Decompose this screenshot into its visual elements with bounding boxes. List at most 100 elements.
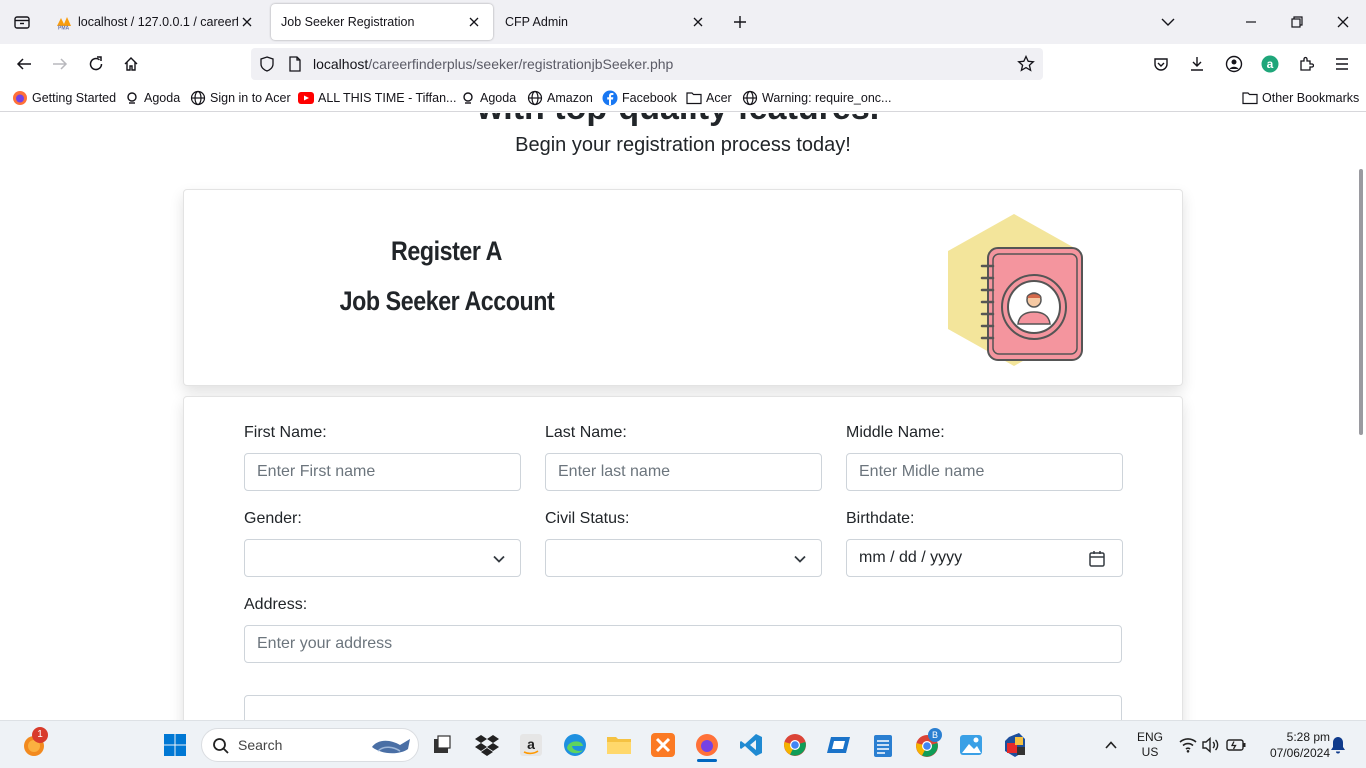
address-bar[interactable]: localhost/careerfinderplus/seeker/regist…: [251, 48, 1043, 80]
next-field-input[interactable]: [244, 695, 1122, 720]
close-window-button[interactable]: [1329, 8, 1357, 36]
tab-phpmyadmin[interactable]: PMA localhost / 127.0.0.1 / careerfind: [46, 4, 266, 40]
shield-icon[interactable]: [259, 56, 275, 72]
middle-name-input[interactable]: Enter Midle name: [846, 453, 1123, 491]
clock-time: 5:28 pm: [1286, 730, 1330, 744]
youtube-icon: [298, 90, 314, 106]
new-tab-button[interactable]: [728, 10, 752, 34]
list-all-tabs-button[interactable]: [1154, 8, 1182, 36]
bookmark-label: Facebook: [622, 91, 677, 105]
extensions-button[interactable]: [1292, 50, 1320, 78]
show-hidden-icons-button[interactable]: [1095, 729, 1127, 761]
virtualbox-app[interactable]: [999, 729, 1031, 761]
file-explorer-app[interactable]: [603, 729, 635, 761]
restore-icon: [1291, 16, 1303, 28]
notification-badge: 1: [32, 727, 48, 743]
tab-title: Job Seeker Registration: [281, 15, 415, 29]
firefox-icon: [696, 734, 718, 756]
close-tab-icon[interactable]: [689, 13, 707, 31]
language-indicator[interactable]: ENG US: [1130, 730, 1170, 760]
battery-icon[interactable]: [1226, 738, 1246, 752]
bookmark-facebook[interactable]: Facebook: [602, 90, 677, 106]
speaker-icon[interactable]: [1202, 737, 1220, 753]
amazon-app[interactable]: a: [515, 729, 547, 761]
calendar-icon[interactable]: [1088, 550, 1106, 568]
firefox-app[interactable]: [691, 729, 723, 762]
xampp-app[interactable]: [647, 729, 679, 761]
bookmark-getting-started[interactable]: Getting Started: [12, 90, 116, 106]
folder-icon: [686, 90, 702, 106]
downloads-button[interactable]: [1183, 50, 1211, 78]
xampp-icon: [651, 733, 675, 757]
bookmark-label: Agoda: [144, 91, 181, 105]
bookmark-agoda-2[interactable]: Agoda: [460, 90, 516, 106]
task-view-icon: [434, 735, 451, 753]
vscode-icon: [740, 734, 762, 756]
folder-icon: [607, 737, 631, 754]
back-button[interactable]: [10, 50, 38, 78]
gender-select[interactable]: [244, 539, 521, 577]
profile-badge: B: [928, 728, 942, 742]
edge-app[interactable]: [559, 729, 591, 761]
restore-button[interactable]: [1283, 8, 1311, 36]
extension-button[interactable]: a: [1256, 50, 1284, 78]
task-view-button[interactable]: [426, 729, 458, 761]
tab-job-seeker-registration[interactable]: Job Seeker Registration: [271, 4, 493, 40]
page-icon[interactable]: [287, 56, 303, 72]
chevron-down-icon: [1161, 18, 1175, 26]
notepad-app[interactable]: [867, 729, 899, 761]
forward-button[interactable]: [46, 50, 74, 78]
hero-subtitle: Begin your registration process today!: [515, 134, 851, 156]
menu-button[interactable]: [1328, 50, 1356, 78]
other-bookmarks[interactable]: Other Bookmarks: [1242, 90, 1359, 106]
account-button[interactable]: [1220, 50, 1248, 78]
tab-cfp-admin[interactable]: CFP Admin: [495, 4, 717, 40]
page-scrollbar[interactable]: [1356, 113, 1366, 720]
url-text[interactable]: localhost/careerfinderplus/seeker/regist…: [313, 56, 673, 72]
scrollbar-thumb[interactable]: [1359, 169, 1363, 435]
chevron-up-icon: [1105, 741, 1117, 749]
close-tab-icon[interactable]: [465, 13, 483, 31]
star-icon[interactable]: [1017, 55, 1035, 73]
bookmark-folder-acer[interactable]: Acer: [686, 90, 732, 106]
wifi-icon[interactable]: [1179, 737, 1197, 753]
notification-bell-icon[interactable]: [1330, 736, 1346, 754]
registration-form-card: First Name: Enter First name Last Name: …: [183, 396, 1183, 720]
civil-status-select[interactable]: [545, 539, 822, 577]
minimize-icon: [1246, 21, 1256, 23]
tab-list-button[interactable]: [8, 8, 36, 36]
vscode-app[interactable]: [735, 729, 767, 761]
windows-taskbar: 1 Search a B ENG US 5:28 pm 07/06/2024: [0, 720, 1366, 768]
chrome-profile-app[interactable]: B: [911, 728, 943, 761]
minimize-button[interactable]: [1237, 8, 1265, 36]
pocket-button[interactable]: [1147, 50, 1175, 78]
reload-button[interactable]: [82, 50, 110, 78]
bookmark-sign-in-acer[interactable]: Sign in to Acer: [190, 90, 291, 106]
bookmarks-toolbar: Getting Started Agoda Sign in to Acer AL…: [0, 84, 1366, 112]
bookmark-warning-require[interactable]: Warning: require_onc...: [742, 90, 891, 106]
agoda-icon: [124, 90, 140, 106]
taskbar-search[interactable]: Search: [201, 728, 419, 762]
home-button[interactable]: [117, 50, 145, 78]
start-button[interactable]: [159, 729, 191, 761]
home-icon: [124, 57, 138, 71]
address-input[interactable]: Enter your address: [244, 625, 1122, 663]
first-name-input[interactable]: Enter First name: [244, 453, 521, 491]
bookmark-amazon[interactable]: Amazon: [527, 90, 593, 106]
birthdate-input[interactable]: mm / dd / yyyy: [846, 539, 1123, 577]
photos-app[interactable]: [955, 729, 987, 761]
url-path: /careerfinderplus/seeker/registrationjbS…: [368, 56, 674, 72]
search-placeholder: Search: [238, 737, 283, 753]
bookmark-label: Getting Started: [32, 91, 117, 105]
chrome-app[interactable]: [779, 729, 811, 761]
dropbox-app[interactable]: [471, 729, 503, 761]
bookmark-youtube-video[interactable]: ALL THIS TIME - Tiffan...: [298, 90, 456, 106]
weather-widget[interactable]: 1: [18, 727, 50, 761]
remote-desktop-app[interactable]: [823, 729, 855, 761]
last-name-input[interactable]: Enter last name: [545, 453, 822, 491]
clock[interactable]: 5:28 pm 07/06/2024: [1254, 729, 1330, 761]
dropbox-icon: [475, 735, 499, 756]
close-tab-icon[interactable]: [238, 13, 256, 31]
bookmark-agoda[interactable]: Agoda: [124, 90, 180, 106]
first-name-label: First Name:: [244, 424, 327, 441]
